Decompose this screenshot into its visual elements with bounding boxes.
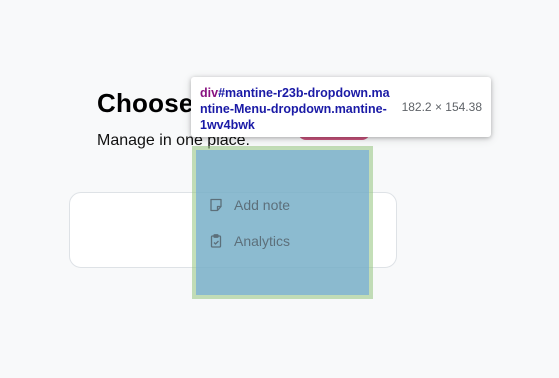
menu-dropdown	[196, 150, 369, 295]
menu-item-label: Analytics	[234, 233, 291, 249]
inspector-tooltip: div#mantine-r23b-dropdown.mantine-Menu-d…	[191, 77, 491, 137]
inspector-tag: div	[200, 86, 219, 100]
note-icon	[208, 197, 224, 213]
menu-item-analytics[interactable]: Analytics	[196, 224, 369, 258]
inspector-dimensions: 182.2 × 154.38	[401, 100, 482, 114]
menu-item-label: Add note	[234, 197, 291, 213]
inspector-selector-text: #mantine-r23b-dropdown.mantine-Menu-drop…	[200, 86, 390, 132]
page-title: Choose	[97, 88, 194, 118]
clipboard-icon	[208, 233, 224, 249]
menu-item-add-note[interactable]: Add note	[196, 188, 369, 222]
inspector-selector: div#mantine-r23b-dropdown.mantine-Menu-d…	[200, 85, 390, 133]
